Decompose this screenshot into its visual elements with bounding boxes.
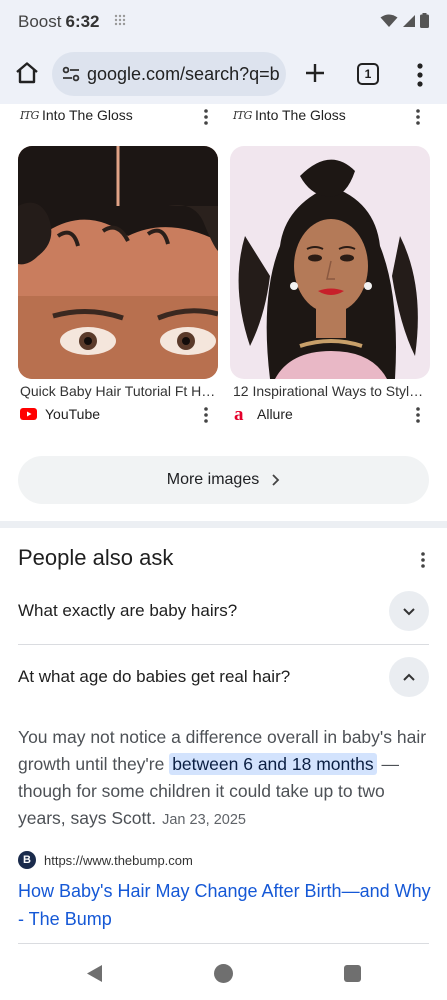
itg-logo-icon: ITG (233, 108, 252, 122)
back-icon[interactable] (86, 964, 104, 983)
chevron-up-icon (403, 673, 415, 681)
new-tab-icon[interactable] (302, 60, 328, 86)
home-nav-icon[interactable] (214, 964, 233, 983)
result-options-icon[interactable] (411, 107, 425, 127)
app-grid-icon (114, 14, 126, 26)
citation-url[interactable]: https://www.thebump.com (44, 853, 193, 868)
result-options-icon[interactable] (411, 405, 425, 425)
answer-date: Jan 23, 2025 (162, 812, 246, 828)
image-source-row[interactable]: ITG Into The Gloss (20, 104, 133, 126)
question-text[interactable]: What exactly are baby hairs? (18, 601, 237, 621)
svg-text:a: a (234, 405, 244, 423)
more-options-icon[interactable] (412, 62, 428, 88)
question-divider (18, 943, 429, 944)
section-options-icon[interactable] (416, 550, 430, 570)
question-row[interactable]: What exactly are baby hairs? (18, 579, 429, 643)
citation-title-link[interactable]: How Baby's Hair May Change After Birth—a… (18, 877, 438, 933)
image-source-row[interactable]: ITG Into The Gloss (233, 104, 346, 126)
question-row[interactable]: At what age do babies get real hair? (18, 645, 429, 709)
more-images-label: More images (166, 471, 260, 488)
image-source-name[interactable]: Into The Gloss (42, 107, 133, 123)
chevron-right-icon (272, 474, 280, 486)
home-icon[interactable] (14, 60, 40, 86)
chevron-down-icon (403, 607, 415, 615)
clock: 6:32 (65, 12, 100, 31)
signal-icon (403, 14, 415, 27)
answer-snippet: You may not notice a difference overall … (18, 724, 429, 834)
people-also-ask-heading: People also ask (18, 545, 174, 570)
status-carrier-time: Boost 6:32 (18, 12, 100, 32)
portrait-photo (230, 146, 430, 379)
expand-button[interactable] (389, 591, 429, 631)
itg-logo-icon: ITG (20, 108, 39, 122)
tab-switcher-button[interactable]: 1 (357, 63, 379, 85)
collapse-button[interactable] (389, 657, 429, 697)
recent-apps-icon[interactable] (344, 965, 361, 982)
baby-hair-photo (18, 146, 218, 379)
image-result-title[interactable]: Quick Baby Hair Tutorial Ft Hur... (20, 383, 216, 399)
image-source-name[interactable]: Into The Gloss (255, 107, 346, 123)
question-text[interactable]: At what age do babies get real hair? (18, 667, 290, 687)
citation-source[interactable]: B https://www.thebump.com (18, 851, 193, 869)
image-result-thumbnail[interactable] (18, 146, 218, 379)
section-divider (0, 521, 447, 528)
more-images-button[interactable]: More images (18, 456, 429, 504)
image-source-name[interactable]: YouTube (45, 406, 100, 422)
image-result-thumbnail[interactable] (230, 146, 430, 379)
url-text[interactable]: google.com/search?q=b (87, 64, 280, 85)
system-navigation-bar (0, 948, 447, 1000)
carrier-label: Boost (18, 12, 62, 31)
image-source-name[interactable]: Allure (257, 406, 293, 422)
image-source-row[interactable]: YouTube (20, 404, 100, 424)
result-options-icon[interactable] (199, 405, 213, 425)
answer-highlight: between 6 and 18 months (169, 753, 377, 775)
thebump-favicon-icon: B (18, 851, 36, 869)
allure-icon: a (234, 405, 244, 423)
youtube-icon (20, 408, 37, 420)
result-options-icon[interactable] (199, 107, 213, 127)
status-icons (380, 13, 429, 28)
image-result-title[interactable]: 12 Inspirational Ways to Style Y... (233, 383, 429, 399)
status-bar: Boost 6:32 (0, 0, 447, 44)
battery-icon (420, 13, 429, 28)
site-settings-icon[interactable] (62, 65, 80, 83)
image-source-row[interactable]: a Allure (233, 404, 293, 424)
wifi-icon (380, 14, 398, 27)
address-bar[interactable]: google.com/search?q=b (52, 52, 286, 96)
browser-toolbar: google.com/search?q=b 1 (0, 44, 447, 104)
